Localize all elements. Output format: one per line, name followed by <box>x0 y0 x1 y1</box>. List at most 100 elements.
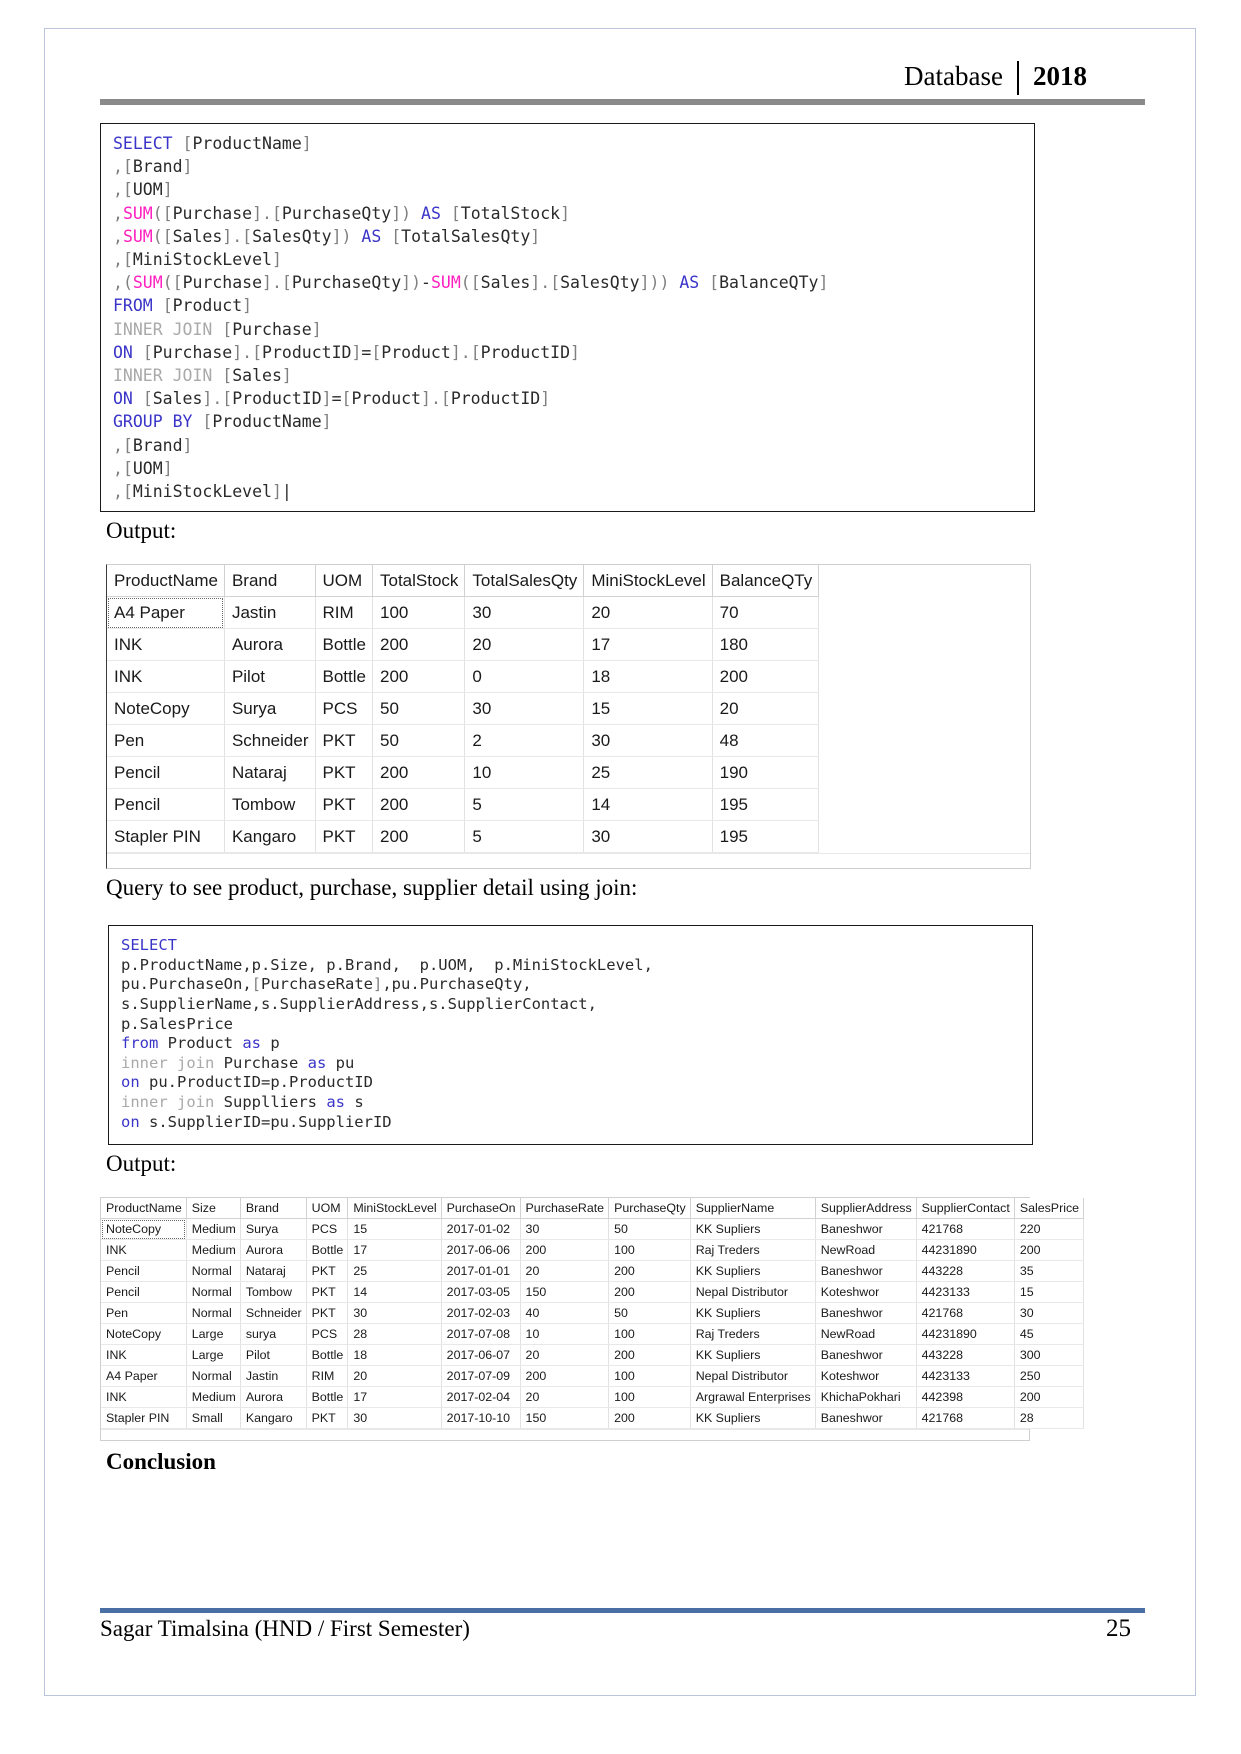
table-cell[interactable]: 2017-06-06 <box>441 1239 521 1262</box>
column-header[interactable]: SupplierName <box>690 1198 816 1220</box>
table-cell[interactable]: 2 <box>464 724 585 758</box>
column-header[interactable]: Brand <box>240 1198 307 1220</box>
table-cell[interactable]: Large <box>186 1344 241 1367</box>
table-cell[interactable]: A4 Paper <box>101 1365 187 1388</box>
table-cell[interactable]: 17 <box>583 628 713 662</box>
table-cell[interactable]: KK Supliers <box>690 1302 816 1325</box>
table-cell[interactable]: 300 <box>1014 1344 1085 1367</box>
table-cell[interactable]: INK <box>107 628 225 662</box>
table-cell[interactable]: Pencil <box>107 788 225 822</box>
table-row[interactable]: Pen Normal Schneider PKT 30 2017-02-03 40 50 KK … <box>101 1302 1085 1325</box>
table-cell[interactable]: Small <box>186 1407 241 1430</box>
table-cell[interactable]: Pencil <box>101 1281 187 1304</box>
table-cell[interactable]: KK Supliers <box>690 1260 816 1283</box>
table-cell[interactable]: Stapler PIN <box>107 820 225 854</box>
table-cell[interactable]: 30 <box>583 724 713 758</box>
table-cell[interactable]: 40 <box>520 1302 610 1325</box>
table-cell[interactable]: 200 <box>372 628 466 662</box>
table-row[interactable]: NoteCopy Surya PCS 50 30 15 20 <box>107 692 820 726</box>
column-header[interactable]: UOM <box>306 1198 349 1220</box>
table-cell[interactable]: 200 <box>608 1260 691 1283</box>
table-cell[interactable]: PKT <box>315 756 373 790</box>
table-cell[interactable]: 20 <box>347 1365 442 1388</box>
table-cell[interactable]: NewRoad <box>815 1239 917 1262</box>
table-cell[interactable]: 200 <box>712 660 820 694</box>
table-cell[interactable]: 421768 <box>916 1218 1015 1241</box>
table-cell[interactable]: Bottle <box>306 1239 349 1262</box>
table-cell[interactable]: Baneshwor <box>815 1302 917 1325</box>
table-cell[interactable]: 44231890 <box>916 1239 1015 1262</box>
table-cell[interactable]: Koteshwor <box>815 1365 917 1388</box>
table-cell[interactable]: 5 <box>464 788 585 822</box>
table-cell[interactable]: Bottle <box>315 660 373 694</box>
table-cell[interactable]: 2017-03-05 <box>441 1281 521 1304</box>
table-cell[interactable]: Nataraj <box>240 1260 307 1283</box>
table-cell[interactable]: 25 <box>347 1260 442 1283</box>
column-header[interactable]: SupplierContact <box>916 1198 1015 1220</box>
table-cell[interactable]: 200 <box>372 788 466 822</box>
column-header[interactable]: PurchaseOn <box>441 1198 521 1220</box>
table-cell[interactable]: 48 <box>712 724 820 758</box>
table-cell[interactable]: 100 <box>608 1386 691 1409</box>
table-cell[interactable]: PKT <box>306 1260 349 1283</box>
table-cell[interactable]: Medium <box>186 1386 241 1409</box>
column-header[interactable]: ProductName <box>101 1198 187 1220</box>
table-row[interactable]: INK Medium Aurora Bottle 17 2017-02-04 20 100 Ar… <box>101 1386 1085 1409</box>
table-cell[interactable]: 195 <box>712 788 820 822</box>
table-cell[interactable]: INK <box>107 660 225 694</box>
table-cell[interactable]: Aurora <box>240 1239 307 1262</box>
table-cell[interactable]: 150 <box>520 1407 610 1430</box>
table-cell[interactable]: Koteshwor <box>815 1281 917 1304</box>
table-cell[interactable]: 30 <box>464 692 585 726</box>
table-cell[interactable]: 28 <box>1014 1407 1085 1430</box>
table-cell[interactable]: 15 <box>583 692 713 726</box>
table-cell[interactable]: Nataraj <box>224 756 316 790</box>
table-cell[interactable]: 443228 <box>916 1344 1015 1367</box>
table-cell[interactable]: 220 <box>1014 1218 1085 1241</box>
table-cell[interactable]: KhichaPokhari <box>815 1386 917 1409</box>
table-row[interactable]: INK Aurora Bottle 200 20 17 180 <box>107 628 820 662</box>
table-cell[interactable]: 30 <box>1014 1302 1085 1325</box>
table-cell[interactable]: Medium <box>186 1239 241 1262</box>
table-cell[interactable]: NewRoad <box>815 1323 917 1346</box>
table-cell[interactable]: 0 <box>464 660 585 694</box>
table-cell[interactable]: 2017-10-10 <box>441 1407 521 1430</box>
table-cell[interactable]: 20 <box>583 596 713 630</box>
table-row[interactable]: A4 Paper Jastin RIM 100 30 20 70 <box>107 596 820 630</box>
table-cell[interactable]: RIM <box>306 1365 349 1388</box>
table-cell[interactable]: PCS <box>306 1323 349 1346</box>
table-cell[interactable]: 421768 <box>916 1407 1015 1430</box>
table-cell[interactable]: 14 <box>347 1281 442 1304</box>
table-cell[interactable]: 2017-01-01 <box>441 1260 521 1283</box>
column-header[interactable]: Size <box>186 1198 241 1220</box>
table-cell[interactable]: NoteCopy <box>101 1323 187 1346</box>
table-cell[interactable]: Normal <box>186 1302 241 1325</box>
table-row[interactable]: Pencil Nataraj PKT 200 10 25 190 <box>107 756 820 790</box>
table-cell[interactable]: Bottle <box>306 1344 349 1367</box>
table-cell[interactable]: 200 <box>608 1407 691 1430</box>
table-cell[interactable]: Argrawal Enterprises <box>690 1386 816 1409</box>
table-cell[interactable]: 200 <box>372 660 466 694</box>
column-header[interactable]: SupplierAddress <box>815 1198 917 1220</box>
table-cell[interactable]: 50 <box>608 1302 691 1325</box>
column-header[interactable]: PurchaseRate <box>520 1198 610 1220</box>
table-cell[interactable]: 44231890 <box>916 1323 1015 1346</box>
table-cell[interactable]: Pen <box>107 724 225 758</box>
table-cell[interactable]: 200 <box>1014 1239 1085 1262</box>
table-cell[interactable]: PKT <box>306 1302 349 1325</box>
table-row[interactable]: Pencil Tombow PKT 200 5 14 195 <box>107 788 820 822</box>
table-cell[interactable]: 2017-07-08 <box>441 1323 521 1346</box>
table-cell-selected[interactable]: A4 Paper <box>107 596 225 630</box>
table-cell[interactable]: 250 <box>1014 1365 1085 1388</box>
table-cell[interactable]: Aurora <box>224 628 316 662</box>
table-cell[interactable]: 20 <box>520 1386 610 1409</box>
table-cell[interactable]: 15 <box>1014 1281 1085 1304</box>
table-cell[interactable]: 14 <box>583 788 713 822</box>
table-cell[interactable]: 442398 <box>916 1386 1015 1409</box>
table-cell[interactable]: Nepal Distributor <box>690 1281 816 1304</box>
table-row[interactable]: Pen Schneider PKT 50 2 30 48 <box>107 724 820 758</box>
table-cell[interactable]: Pencil <box>101 1260 187 1283</box>
table-cell[interactable]: 50 <box>372 724 466 758</box>
table-cell[interactable]: 100 <box>608 1323 691 1346</box>
table-cell[interactable]: 20 <box>520 1344 610 1367</box>
